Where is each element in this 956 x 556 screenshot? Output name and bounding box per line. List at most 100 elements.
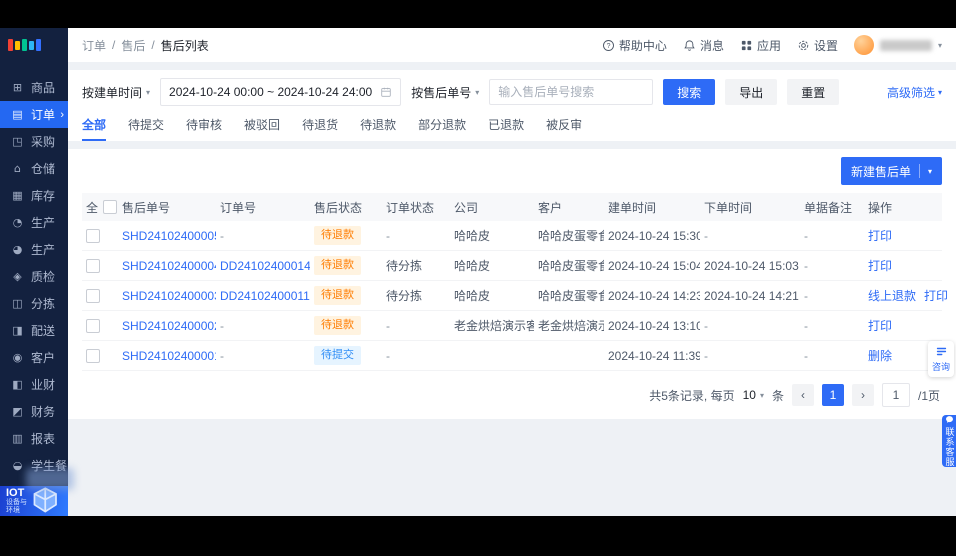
sidebar-item-customers[interactable]: ◉ 客户 [0, 344, 68, 371]
next-page-button[interactable]: › [851, 384, 874, 406]
breadcrumb-orders[interactable]: 订单 [82, 37, 106, 54]
order-no-cell: DD24102400014 [216, 259, 310, 273]
page-jump-input[interactable]: 1 [881, 383, 910, 407]
breadcrumb-after-sale[interactable]: 售后 [121, 37, 145, 54]
column-header-1: 订单号 [220, 200, 257, 215]
filter-panel: 按建单时间 ▾ 2024-10-24 00:00 ~ 2024-10-24 24… [68, 70, 956, 141]
remark-cell: - [804, 258, 808, 273]
status-tabs: 全部 待提交 待审核 被驳回 待退货 待退款 部分退款 已退款 被反审 [82, 116, 942, 141]
page-size-select[interactable]: 10 ▾ [743, 388, 764, 402]
sidebar-item-label: 库存 [31, 189, 56, 203]
print-action[interactable]: 打印 [868, 227, 892, 244]
tab-all[interactable]: 全部 [82, 116, 107, 141]
contact-support-tab[interactable]: 联系客服 [942, 415, 956, 467]
settings-button[interactable]: 设置 [797, 37, 838, 54]
page-size-value: 10 [742, 388, 756, 402]
consult-widget[interactable]: 咨询 [928, 341, 954, 377]
tab-refunded[interactable]: 已退款 [488, 116, 524, 141]
after-sale-no-cell: SHD24102400003 [118, 289, 216, 303]
sidebar-item-delivery[interactable]: ◨ 配送 [0, 317, 68, 344]
user-menu[interactable]: ▾ [853, 35, 942, 55]
time-field-select[interactable]: 按建单时间 ▾ [82, 84, 150, 101]
tab-pending-review[interactable]: 待审核 [186, 116, 222, 141]
chevron-down-icon: ▾ [146, 87, 151, 97]
sidebar-item-sorting[interactable]: ◫ 分拣 [0, 290, 68, 317]
delete-action[interactable]: 删除 [868, 347, 892, 364]
date-range-input[interactable]: 2024-10-24 00:00 ~ 2024-10-24 24:00 [160, 78, 402, 106]
messages-button[interactable]: 消息 [683, 37, 724, 54]
reset-button[interactable]: 重置 [787, 79, 840, 105]
sidebar-item-finance[interactable]: ◩ 财务 [0, 398, 68, 425]
iot-banner[interactable]: IOT 设备与环境 [0, 486, 68, 516]
apps-label: 应用 [756, 38, 781, 53]
sidebar-item-production-2[interactable]: ◕ 生产 [0, 236, 68, 263]
chevron-down-icon: ▾ [475, 87, 480, 97]
warehouse-icon: ⌂ [14, 162, 21, 175]
sidebar-item-label: 质检 [31, 270, 56, 284]
row-checkbox[interactable] [86, 318, 100, 333]
online-refund-action[interactable]: 线上退款 [868, 287, 916, 304]
row-checkbox[interactable] [86, 348, 100, 363]
sidebar-item-quality[interactable]: ◈ 质检 [0, 263, 68, 290]
sorting-icon: ◫ [12, 297, 23, 310]
prev-page-button[interactable]: ‹ [791, 384, 814, 406]
company-cell: 哈哈皮 [454, 259, 491, 273]
column-header-4: 公司 [454, 200, 479, 215]
column-header-9: 操作 [868, 200, 893, 215]
breadcrumb: 订单 / 售后 / 售后列表 [82, 37, 209, 54]
delivery-icon: ◨ [12, 324, 23, 337]
tab-partial-refund[interactable]: 部分退款 [418, 116, 466, 141]
select-all-checkbox[interactable] [103, 200, 118, 214]
current-page-button[interactable]: 1 [821, 384, 844, 406]
row-checkbox[interactable] [86, 228, 100, 243]
company-cell: 哈哈皮 [454, 289, 491, 303]
svg-text:?: ? [606, 42, 610, 49]
order-no-cell: - [216, 319, 310, 333]
apps-button[interactable]: 应用 [740, 37, 781, 54]
tab-pending-submit[interactable]: 待提交 [128, 116, 164, 141]
production-2-icon: ◕ [12, 243, 23, 256]
order-no-link[interactable]: DD24102400011 [220, 289, 310, 303]
sidebar-item-goods[interactable]: ⊞ 商品 [0, 74, 68, 101]
filter-row: 按建单时间 ▾ 2024-10-24 00:00 ~ 2024-10-24 24… [82, 78, 942, 106]
sidebar-item-purchase[interactable]: ◳ 采购 [0, 128, 68, 155]
order-no-cell: DD24102400011 [216, 289, 310, 303]
tab-pending-refund[interactable]: 待退款 [360, 116, 396, 141]
tab-review-reverted[interactable]: 被反审 [546, 116, 582, 141]
export-button[interactable]: 导出 [725, 79, 778, 105]
chevron-down-icon: ▾ [759, 390, 764, 400]
sidebar-item-orders[interactable]: ▤ 订单 › [0, 101, 68, 128]
inventory-icon: ▦ [12, 189, 23, 202]
print-action[interactable]: 打印 [868, 317, 892, 334]
row-checkbox[interactable] [86, 288, 100, 303]
sidebar-item-reports[interactable]: ▥ 报表 [0, 425, 68, 452]
row-checkbox[interactable] [86, 258, 100, 273]
after-sale-no-link[interactable]: SHD24102400001 [122, 349, 216, 363]
created-at-cell: 2024-10-24 11:39 [608, 348, 700, 363]
after-sale-no-link[interactable]: SHD24102400002 [122, 319, 216, 333]
print-action[interactable]: 打印 [868, 257, 892, 274]
customer-cell: 老金烘焙演示客户 [538, 319, 604, 333]
sidebar-item-warehouse[interactable]: ⌂ 仓储 [0, 155, 68, 182]
tab-pending-return[interactable]: 待退货 [302, 116, 338, 141]
row-checkbox-cell [82, 318, 118, 333]
print-action[interactable]: 打印 [924, 287, 948, 304]
after-sale-no-link[interactable]: SHD24102400003 [122, 289, 216, 303]
order-no-link[interactable]: DD24102400014 [220, 259, 310, 273]
sidebar-item-inventory[interactable]: ▦ 库存 [0, 182, 68, 209]
total-pages-label: /1页 [917, 388, 940, 403]
new-after-sale-button[interactable]: 新建售后单 ▾ [840, 157, 942, 185]
sidebar-item-biz-finance[interactable]: ◧ 业财 [0, 371, 68, 398]
search-input[interactable] [489, 79, 654, 105]
after-sale-no-link[interactable]: SHD24102400005 [122, 229, 216, 243]
sidebar-item-production[interactable]: ◔ 生产 [0, 209, 68, 236]
after-sale-no-link[interactable]: SHD24102400004 [122, 259, 216, 273]
tab-rejected[interactable]: 被驳回 [244, 116, 280, 141]
help-center-button[interactable]: ? 帮助中心 [602, 37, 667, 54]
after-sale-no-cell: SHD24102400004 [118, 259, 216, 273]
advanced-filter-link[interactable]: 高级筛选 ▾ [887, 84, 942, 101]
company-cell: 哈哈皮 [454, 229, 491, 243]
search-button[interactable]: 搜索 [663, 79, 716, 105]
biz-finance-icon: ◧ [12, 378, 23, 391]
number-field-select[interactable]: 按售后单号 ▾ [411, 84, 479, 101]
